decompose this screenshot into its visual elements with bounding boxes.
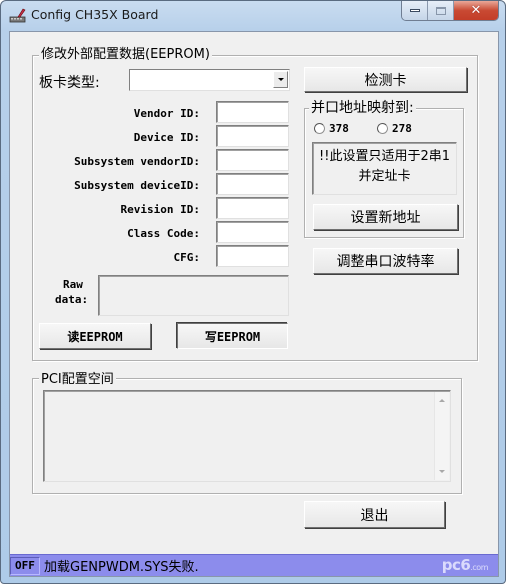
class-code-label: Class Code: <box>127 227 200 240</box>
radio-278-label: 278 <box>392 122 412 135</box>
read-eeprom-button[interactable]: 读EEPROM <box>39 323 151 349</box>
pci-config-group-label: PCI配置空间 <box>39 370 116 388</box>
raw-data-label-line2: data: <box>55 293 89 306</box>
cfg-input[interactable] <box>216 245 289 267</box>
device-id-input[interactable] <box>216 125 289 147</box>
subsystem-vendor-id-input[interactable] <box>216 149 289 171</box>
class-code-input[interactable] <box>216 221 289 243</box>
parallel-port-group-label: 并口地址映射到: <box>309 100 416 116</box>
board-type-select[interactable] <box>129 69 290 91</box>
eeprom-group-label: 修改外部配置数据(EEPROM) <box>39 47 212 63</box>
subsystem-device-id-label: Subsystem deviceID: <box>74 179 200 192</box>
minimize-button[interactable] <box>402 1 428 20</box>
watermark-logo: pc6.com <box>441 556 489 574</box>
dialog-client-area: 修改外部配置数据(EEPROM) 板卡类型: Vendor ID: Device… <box>9 31 499 577</box>
pci-config-scrollbar[interactable] <box>434 392 449 480</box>
caption-buttons: ✕ <box>401 1 499 21</box>
cfg-label: CFG: <box>173 251 201 264</box>
close-icon: ✕ <box>470 3 482 18</box>
app-board-icon <box>9 8 26 23</box>
board-type-dropdown-button[interactable] <box>273 71 288 88</box>
app-window: Config CH35X Board ✕ 修改外部配置数据(EEPROM) 板卡… <box>0 0 506 584</box>
adjust-baud-rate-button[interactable]: 调整串口波特率 <box>313 248 458 274</box>
set-new-address-button[interactable]: 设置新地址 <box>313 204 458 230</box>
title-bar[interactable]: Config CH35X Board ✕ <box>1 1 505 31</box>
vendor-id-input[interactable] <box>216 101 289 123</box>
parallel-port-note: !!此设置只适用于2串1并定址卡 <box>312 142 457 195</box>
radio-378[interactable]: 378 <box>314 122 349 135</box>
write-eeprom-button[interactable]: 写EEPROM <box>177 323 288 349</box>
pci-config-textarea[interactable] <box>43 390 451 482</box>
status-bar: OFF 加载GENPWDM.SYS失败. pc6.com <box>10 554 498 576</box>
status-message-cell: 加载GENPWDM.SYS失败. <box>44 560 199 575</box>
board-type-label: 板卡类型: <box>39 75 100 91</box>
scroll-up-icon[interactable] <box>439 399 445 402</box>
revision-id-label: Revision ID: <box>120 203 200 216</box>
subsystem-vendor-id-label: Subsystem vendorID: <box>74 155 200 168</box>
exit-button[interactable]: 退出 <box>304 501 445 528</box>
raw-data-field[interactable] <box>98 275 289 316</box>
radio-278[interactable]: 278 <box>377 122 412 135</box>
close-button[interactable]: ✕ <box>454 1 498 20</box>
revision-id-input[interactable] <box>216 197 289 219</box>
minimize-icon <box>409 9 420 12</box>
scroll-down-icon[interactable] <box>439 470 445 473</box>
status-state-cell: OFF <box>10 556 40 575</box>
radio-278-circle[interactable] <box>377 123 388 134</box>
device-id-label: Device ID: <box>133 131 200 144</box>
maximize-button[interactable] <box>428 1 454 20</box>
vendor-id-label: Vendor ID: <box>133 107 200 120</box>
radio-378-label: 378 <box>329 122 349 135</box>
radio-378-circle[interactable] <box>314 123 325 134</box>
maximize-icon <box>435 6 446 15</box>
window-title: Config CH35X Board <box>31 7 159 22</box>
detect-card-button[interactable]: 检测卡 <box>304 67 467 92</box>
raw-data-label-line1: Raw <box>63 278 83 291</box>
subsystem-device-id-input[interactable] <box>216 173 289 195</box>
chevron-down-icon <box>277 78 284 81</box>
